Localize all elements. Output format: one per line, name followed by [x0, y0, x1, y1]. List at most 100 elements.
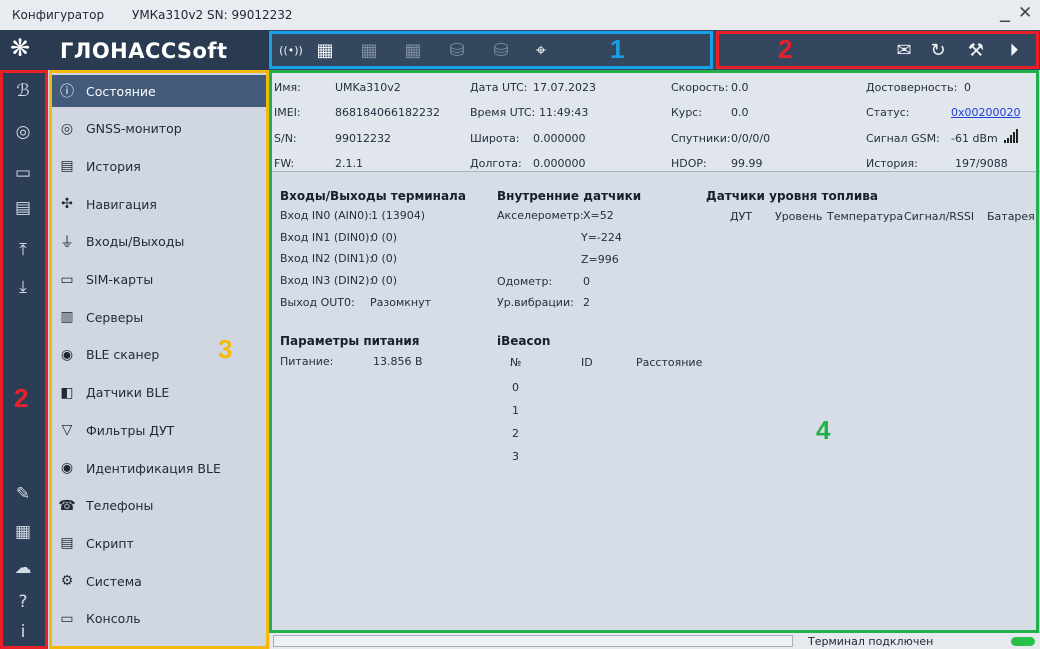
io-icon: ⏚	[60, 234, 74, 251]
menu-item-2[interactable]: ▤ История	[50, 150, 266, 182]
menu-item-14[interactable]: ▭ Консоль	[50, 603, 266, 635]
menu-item-8[interactable]: ◧ Датчики BLE	[50, 377, 266, 409]
connect-icon[interactable]: ((•))	[277, 36, 305, 64]
save-icon[interactable]: ▤	[11, 196, 35, 220]
ibeacon-col-distance: Расстояние	[636, 356, 703, 369]
menu-item-13[interactable]: ⚙ Система	[50, 565, 266, 597]
play-script-icon[interactable]: ⏵	[1000, 36, 1028, 64]
menu-item-12[interactable]: ▤ Скрипт	[50, 527, 266, 559]
menu-item-11[interactable]: ☎ Телефоны	[50, 490, 266, 522]
speed-value: 0.0	[731, 81, 749, 94]
power-value: 13.856 В	[373, 355, 423, 368]
sensors-title: Внутренние датчики	[497, 189, 642, 203]
menu-item-label: Серверы	[86, 309, 144, 325]
menu-item-label: Датчики BLE	[86, 385, 170, 401]
download-icon[interactable]: ⤓	[11, 275, 35, 299]
menu-item-label: Идентификация BLE	[86, 460, 221, 476]
menu-item-1[interactable]: ◎ GNSS-монитор	[50, 113, 266, 145]
io-title: Входы/Выходы терминала	[280, 189, 466, 203]
terminal-online-icon[interactable]: ▦	[311, 36, 339, 64]
date-label: Дата UTC:	[470, 81, 528, 94]
menu-item-9[interactable]: ▽ Фильтры ДУТ	[50, 414, 266, 446]
device-icon[interactable]: ◎	[11, 120, 35, 144]
sn-value: 99012232	[335, 132, 391, 145]
status-icon: ⓘ	[60, 84, 74, 100]
io-row-label: Вход IN3 (DIN2):	[280, 274, 374, 288]
odometer-value: 0	[583, 275, 590, 288]
cloud-icon[interactable]: ☁	[11, 556, 35, 580]
location-off-icon[interactable]: ⌖	[527, 36, 555, 64]
menu-item-label: Состояние	[86, 83, 156, 99]
accel-z: Z=996	[581, 253, 619, 266]
device-title: УМКа310v2 SN: 99012232	[132, 8, 293, 22]
history-value: 197/9088	[955, 157, 1008, 170]
marker-1: 1	[610, 34, 625, 64]
connection-status: Терминал подключен	[808, 635, 934, 648]
io-row-value: 0 (0)	[371, 274, 398, 288]
longitude-label: Долгота:	[470, 157, 522, 170]
name-label: Имя:	[274, 81, 301, 94]
fuel-col-header: Температура	[827, 210, 904, 223]
gnss-icon: ◎	[60, 120, 74, 137]
course-label: Курс:	[671, 106, 703, 119]
menu-item-3[interactable]: ✣ Навигация	[50, 188, 266, 220]
menu-item-label: Консоль	[86, 611, 141, 627]
device-info: Имя: UMKa310v2 IMEI: 868184066182232 S/N…	[270, 70, 1040, 172]
fuel-col-header: ДУТ	[730, 210, 753, 223]
history-icon: ▤	[60, 158, 74, 175]
vibration-value: 2	[583, 296, 590, 309]
menu-item-6[interactable]: ▥ Серверы	[50, 301, 266, 333]
log-icon[interactable]: ✎	[11, 482, 35, 506]
menu-item-5[interactable]: ▭ SIM-карты	[50, 264, 266, 296]
upload-icon[interactable]: ⤒	[11, 238, 35, 262]
firmware-update-icon[interactable]: ⚒	[962, 36, 990, 64]
fuel-title: Датчики уровня топлива	[706, 189, 878, 203]
help-icon[interactable]: ?	[11, 590, 35, 614]
calculator-icon[interactable]: ▦	[11, 520, 35, 544]
latitude-label: Широта:	[470, 132, 520, 145]
menu-item-label: Система	[86, 573, 142, 589]
speed-label: Скорость:	[671, 81, 729, 94]
status-link[interactable]: 0x00200020	[951, 106, 1021, 119]
marker-2: 2	[778, 34, 793, 64]
menu-item-4[interactable]: ⏚ Входы/Выходы	[50, 226, 266, 258]
menu-item-10[interactable]: ◉ Идентификация BLE	[50, 452, 266, 484]
fuel-col-header: Сигнал/RSSI	[904, 210, 975, 223]
power-title: Параметры питания	[280, 334, 420, 348]
satellites-value: 0/0/0/0	[731, 132, 771, 145]
db-settings-icon[interactable]: ⛁	[443, 36, 471, 64]
fuel-col-header: Уровень	[775, 210, 823, 223]
db-tools-icon[interactable]: ⛁	[487, 36, 515, 64]
logo-icon: ❋	[10, 34, 31, 62]
validity-value: 0	[964, 81, 971, 94]
reset-icon[interactable]: ↻	[924, 36, 952, 64]
imei-value: 868184066182232	[335, 106, 440, 119]
ibeacon-row-num: 0	[512, 381, 519, 394]
navigation-icon: ✣	[61, 196, 73, 213]
bluetooth-icon[interactable]: ℬ	[11, 79, 35, 103]
read-config-icon[interactable]: ▦	[355, 36, 383, 64]
menu-item-0[interactable]: ⓘ Состояние	[50, 75, 266, 107]
close-button[interactable]: ✕	[1018, 3, 1032, 23]
write-config-icon[interactable]: ▦	[399, 36, 427, 64]
info-icon[interactable]: i	[11, 620, 35, 644]
menu-item-label: Телефоны	[86, 498, 154, 514]
hdop-label: HDOP:	[671, 157, 707, 170]
menu-item-7[interactable]: ◉ BLE сканер	[50, 339, 266, 371]
satellites-label: Спутники:	[671, 132, 731, 145]
imei-label: IMEI:	[274, 106, 301, 119]
fw-label: FW:	[274, 157, 295, 170]
minimize-button[interactable]: _	[1000, 0, 1010, 22]
date-value: 17.07.2023	[533, 81, 596, 94]
gsm-signal-value: -61 dBm	[951, 132, 998, 145]
open-folder-icon[interactable]: ▭	[11, 161, 35, 185]
logo-text: ГЛОНАССSoft	[60, 39, 228, 63]
menu-item-label: SIM-карты	[86, 272, 154, 287]
system-icon: ⚙	[60, 573, 74, 590]
send-message-icon[interactable]: ✉	[890, 36, 918, 64]
io-row-label: Вход IN0 (AIN0):	[280, 209, 373, 222]
menu-item-label: BLE сканер	[86, 347, 160, 363]
ibeacon-title: iBeacon	[497, 334, 551, 348]
validity-label: Достоверность:	[866, 81, 958, 94]
accel-x: X=52	[583, 209, 614, 222]
